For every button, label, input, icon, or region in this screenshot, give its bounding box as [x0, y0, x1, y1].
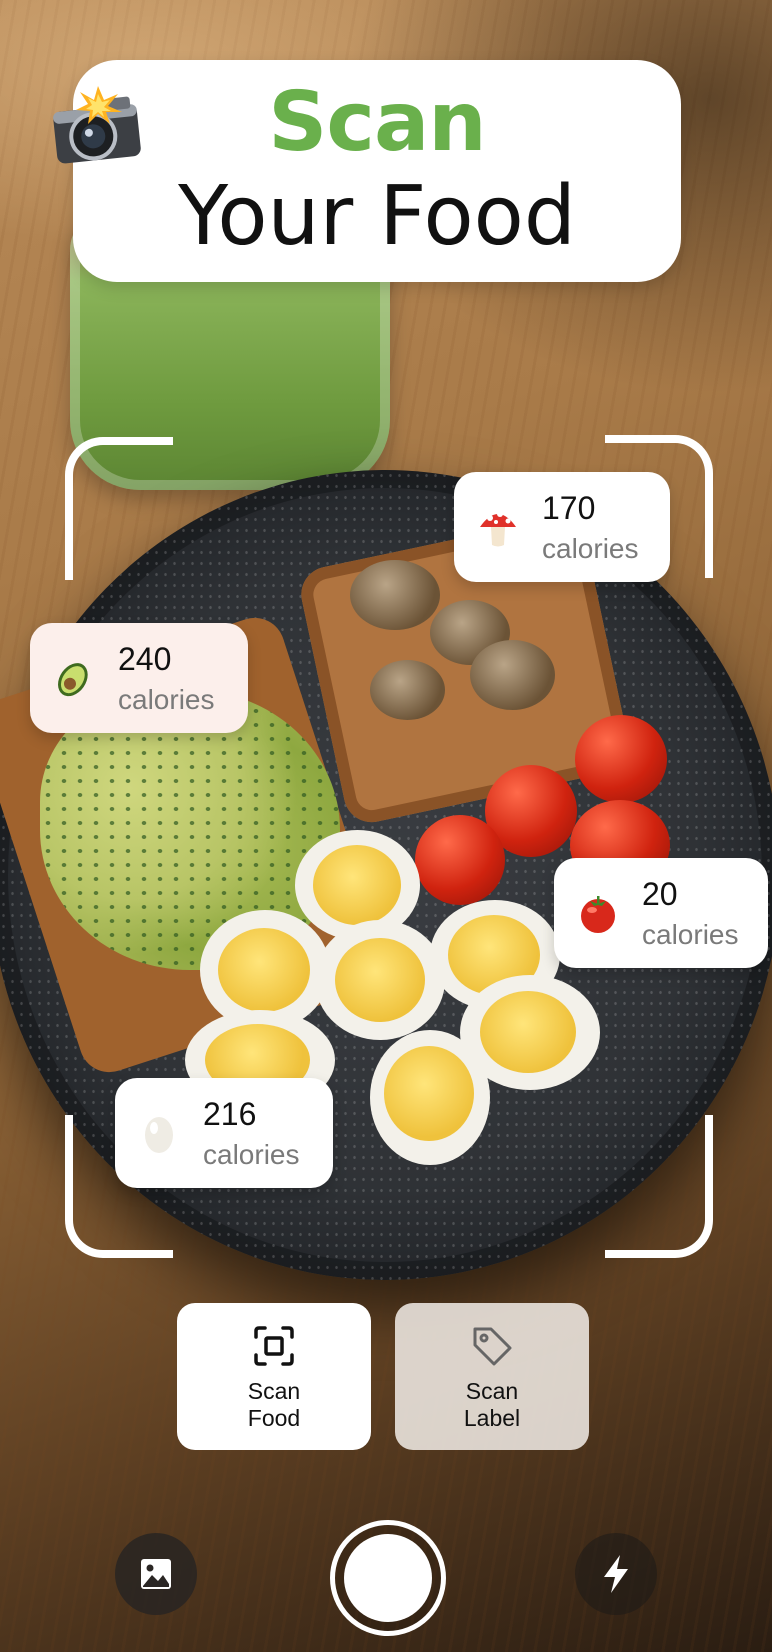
mushroom-photo: [470, 640, 555, 710]
scan-food-label: Scan Food: [247, 1378, 301, 1431]
mushroom-icon: [476, 505, 520, 549]
shutter-inner-circle: [344, 1534, 432, 1622]
tomato-photo: [575, 715, 667, 803]
title-accent-text: Scan: [268, 75, 486, 170]
scan-food-button[interactable]: Scan Food: [177, 1303, 371, 1450]
calorie-unit: calories: [203, 1139, 300, 1170]
scan-label-label: Scan Label: [463, 1378, 521, 1431]
calorie-chip-egg[interactable]: 216 calories: [115, 1078, 333, 1188]
flash-button[interactable]: [575, 1533, 657, 1615]
calorie-chip-avocado[interactable]: 240 calories: [30, 623, 248, 733]
tomato-icon: [576, 891, 620, 935]
calorie-unit: calories: [118, 684, 215, 715]
shutter-button[interactable]: [330, 1520, 446, 1636]
calorie-value: 216: [203, 1096, 257, 1132]
egg-photo: [370, 1030, 490, 1165]
camera-screen: Scan Your Food 170 calories 240 calories…: [0, 0, 772, 1652]
scan-label-button[interactable]: Scan Label: [395, 1303, 589, 1450]
calorie-value: 170: [542, 490, 596, 526]
viewfinder-corner-bottom-right: [605, 1115, 713, 1258]
camera-flash-icon: [48, 84, 144, 164]
mushroom-photo: [370, 660, 445, 720]
calorie-value: 20: [642, 876, 678, 912]
tag-icon: [471, 1325, 513, 1367]
calorie-chip-mushroom[interactable]: 170 calories: [454, 472, 670, 582]
egg-icon: [137, 1111, 181, 1155]
mushroom-photo: [350, 560, 440, 630]
egg-photo: [315, 920, 445, 1040]
calorie-unit: calories: [542, 533, 639, 564]
calorie-value: 240: [118, 641, 172, 677]
viewfinder-corner-top-left: [65, 437, 173, 580]
tomato-photo: [415, 815, 505, 905]
avocado-icon: [52, 656, 96, 700]
calorie-chip-tomato[interactable]: 20 calories: [554, 858, 768, 968]
title-main-text: Your Food: [178, 169, 576, 264]
title-card: Scan Your Food: [73, 60, 681, 282]
calorie-unit: calories: [642, 919, 739, 950]
gallery-button[interactable]: [115, 1533, 197, 1615]
scan-frame-icon: [253, 1325, 295, 1367]
